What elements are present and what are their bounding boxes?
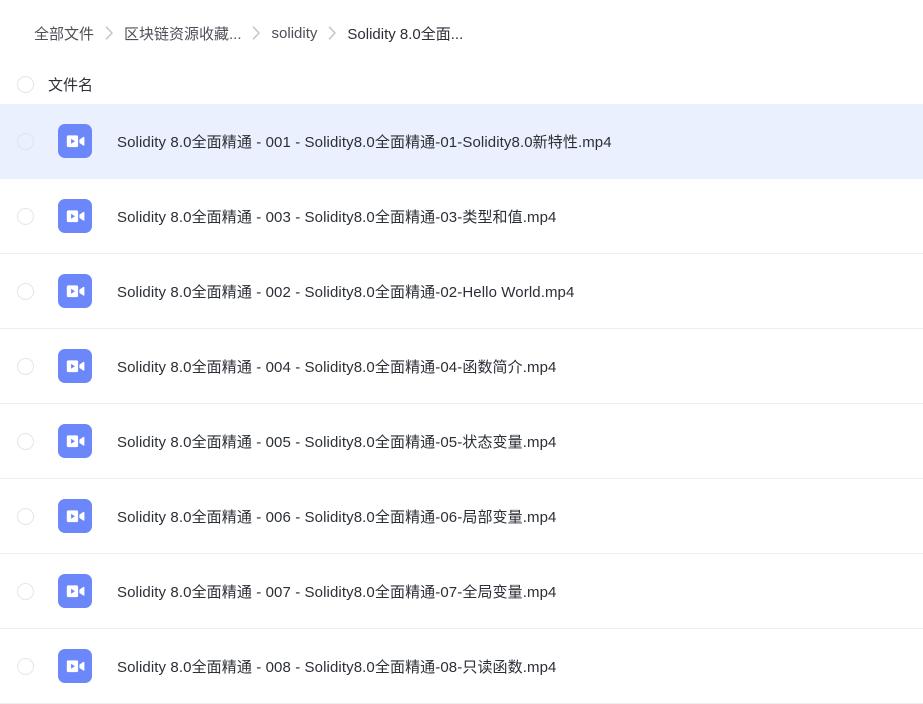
video-file-icon [58,124,92,158]
file-list: Solidity 8.0全面精通 - 001 - Solidity8.0全面精通… [0,104,923,704]
video-file-icon [58,499,92,533]
file-name-label: Solidity 8.0全面精通 - 003 - Solidity8.0全面精通… [117,208,557,226]
video-file-icon [58,649,92,683]
video-file-icon [58,274,92,308]
video-file-icon [58,424,92,458]
file-name-label: Solidity 8.0全面精通 - 008 - Solidity8.0全面精通… [117,658,557,676]
breadcrumb-item-current-folder[interactable]: Solidity 8.0全面... [347,23,463,44]
select-all-radio[interactable] [17,76,34,93]
chevron-right-icon [242,26,272,40]
file-name-label: Solidity 8.0全面精通 - 004 - Solidity8.0全面精通… [117,358,557,376]
breadcrumb-item-blockchain-resources[interactable]: 区块链资源收藏... [124,23,242,44]
row-select-radio[interactable] [17,432,34,450]
table-row[interactable]: Solidity 8.0全面精通 - 006 - Solidity8.0全面精通… [0,479,923,554]
row-select-radio[interactable] [17,132,34,150]
table-row[interactable]: Solidity 8.0全面精通 - 008 - Solidity8.0全面精通… [0,629,923,704]
row-select-radio[interactable] [17,357,34,375]
row-select-radio[interactable] [17,507,34,525]
file-name-label: Solidity 8.0全面精通 - 005 - Solidity8.0全面精通… [117,433,557,451]
video-file-icon [58,199,92,233]
chevron-right-icon [317,26,347,40]
row-select-radio[interactable] [17,657,34,675]
row-select-radio[interactable] [17,207,34,225]
column-header-filename: 文件名 [48,77,94,94]
table-row[interactable]: Solidity 8.0全面精通 - 007 - Solidity8.0全面精通… [0,554,923,629]
table-row[interactable]: Solidity 8.0全面精通 - 003 - Solidity8.0全面精通… [0,179,923,254]
file-browser-page: 全部文件 区块链资源收藏... solidity Solidity 8.0全面.… [0,0,923,704]
table-row[interactable]: Solidity 8.0全面精通 - 001 - Solidity8.0全面精通… [0,104,923,179]
table-row[interactable]: Solidity 8.0全面精通 - 004 - Solidity8.0全面精通… [0,329,923,404]
video-file-icon [58,574,92,608]
table-row[interactable]: Solidity 8.0全面精通 - 005 - Solidity8.0全面精通… [0,404,923,479]
row-select-radio[interactable] [17,282,34,300]
breadcrumb: 全部文件 区块链资源收藏... solidity Solidity 8.0全面.… [0,0,923,66]
row-select-radio[interactable] [17,582,34,600]
file-name-label: Solidity 8.0全面精通 - 006 - Solidity8.0全面精通… [117,508,557,526]
file-list-header: 文件名 [0,66,923,104]
breadcrumb-item-all-files[interactable]: 全部文件 [34,23,94,44]
table-row[interactable]: Solidity 8.0全面精通 - 002 - Solidity8.0全面精通… [0,254,923,329]
chevron-right-icon [94,26,124,40]
file-name-label: Solidity 8.0全面精通 - 002 - Solidity8.0全面精通… [117,283,575,301]
video-file-icon [58,349,92,383]
file-name-label: Solidity 8.0全面精通 - 007 - Solidity8.0全面精通… [117,583,557,601]
breadcrumb-item-solidity[interactable]: solidity [272,25,318,42]
file-name-label: Solidity 8.0全面精通 - 001 - Solidity8.0全面精通… [117,133,612,151]
